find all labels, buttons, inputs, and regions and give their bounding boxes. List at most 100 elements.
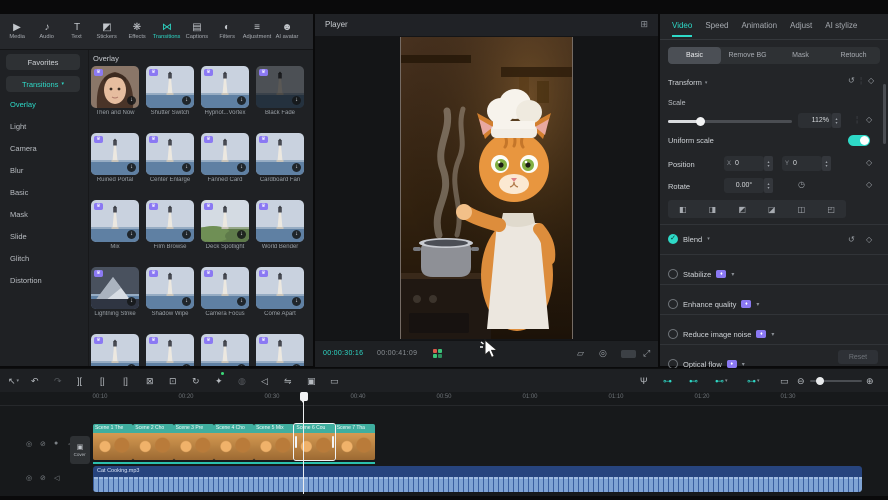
mirror-tool[interactable]: ⇋ — [284, 373, 292, 389]
video-clip-1[interactable]: Scene 1 The — [93, 424, 133, 460]
category-camera[interactable]: Camera — [10, 144, 37, 153]
section-reduce-image-noise[interactable]: Reduce image noise ♦ ▾ — [660, 324, 888, 344]
scale-stepper[interactable]: ▴▾ — [832, 113, 841, 128]
transition-thumbnail[interactable]: ♛ ↓ — [146, 267, 194, 309]
position-y-field[interactable]: Y 0 — [782, 156, 822, 171]
transition-thumbnail[interactable]: ♛ ↓ — [256, 334, 304, 366]
mute-track-icon[interactable]: ● — [54, 440, 58, 447]
adapt-view[interactable]: ▭ — [780, 373, 789, 389]
category-distortion[interactable]: Distortion — [10, 276, 42, 285]
transition-thumbnail[interactable]: ♛ ↓ — [256, 267, 304, 309]
video-clip-5[interactable]: Scene 5 Mix — [254, 424, 294, 460]
video-clip-3[interactable]: Scene 3 Pre — [174, 424, 214, 460]
topbar-item-media[interactable]: ▶ Media — [2, 23, 32, 40]
keyframe-icon[interactable]: ◇ — [866, 158, 872, 167]
transitions-dropdown[interactable]: Transitions ▾ — [6, 76, 80, 92]
scale-slider-knob[interactable] — [696, 117, 705, 126]
transition-thumbnail[interactable]: ♛ ↓ — [91, 133, 139, 175]
transform-section-header[interactable]: Transform ▾ — [668, 78, 707, 87]
position-y-stepper[interactable]: ▴▾ — [822, 156, 831, 171]
tab-ai-stylize[interactable]: AI stylize — [825, 21, 857, 32]
section-enhance-quality[interactable]: Enhance quality ♦ ▾ — [660, 294, 888, 314]
transition-thumbnail[interactable]: ♛ ↓ — [201, 267, 249, 309]
ratio-icon[interactable]: ▱ — [577, 348, 584, 359]
keyframe-icon[interactable]: ◇ — [866, 180, 872, 189]
transition-thumbnail[interactable]: ♛ ↓ — [201, 133, 249, 175]
category-basic[interactable]: Basic — [10, 188, 28, 197]
loop[interactable]: ↻ — [192, 373, 200, 389]
rotate-value-field[interactable]: 0.00° — [724, 178, 764, 193]
scale-slider[interactable] — [668, 120, 792, 123]
trim-left[interactable]: [| — [100, 373, 105, 389]
smart-tool[interactable]: ✦ — [215, 373, 223, 389]
playhead[interactable] — [303, 392, 304, 494]
topbar-item-adjustment[interactable]: ≡ Adjustment — [242, 23, 272, 40]
cover-button[interactable]: ▣ Cover — [70, 436, 90, 464]
category-mask[interactable]: Mask — [10, 210, 28, 219]
topbar-item-captions[interactable]: ▤ Captions — [182, 23, 212, 40]
tab-animation[interactable]: Animation — [741, 21, 777, 32]
category-blur[interactable]: Blur — [10, 166, 23, 175]
player-display-mode-icon[interactable]: ⊞ — [640, 19, 648, 30]
transition-thumbnail[interactable]: ♛ ↓ — [91, 334, 139, 366]
subtab-retouch[interactable]: Retouch — [827, 47, 880, 64]
keyframe-icon[interactable]: ◇ — [866, 115, 872, 124]
subtab-remove-bg[interactable]: Remove BG — [721, 47, 774, 64]
mute-track-icon[interactable]: ◁ — [54, 474, 59, 482]
audio-tool[interactable]: ◁ — [261, 373, 268, 389]
category-light[interactable]: Light — [10, 122, 26, 131]
align-center-icon[interactable]: ◫ — [798, 205, 806, 214]
transition-thumbnail[interactable]: ♛ ↓ — [146, 133, 194, 175]
crop-tool[interactable]: ▣ — [307, 373, 316, 389]
category-overlay[interactable]: Overlay — [10, 100, 36, 109]
lock-track-icon[interactable]: ⊘ — [40, 440, 46, 448]
transition-thumbnail[interactable]: ♛ ↓ — [146, 66, 194, 108]
transition-thumbnail[interactable]: ♛ ↓ — [256, 66, 304, 108]
zoom-out[interactable]: ⊖ — [797, 373, 805, 389]
transition-thumbnail[interactable]: ♛ ↓ — [146, 200, 194, 242]
extract[interactable]: ⊡ — [169, 373, 177, 389]
video-clip-4[interactable]: Scene 4 Cho — [214, 424, 254, 460]
keyframe-add[interactable]: ⊷ — [689, 373, 698, 389]
timeline-zoom-knob[interactable] — [816, 377, 824, 385]
video-clip-2[interactable]: Scene 2 Cho — [133, 424, 173, 460]
category-glitch[interactable]: Glitch — [10, 254, 29, 263]
toggle-track-icon[interactable]: ◎ — [26, 474, 32, 482]
section-stabilize[interactable]: Stabilize ♦ ▾ — [660, 264, 888, 284]
scale-value[interactable]: 112% — [798, 113, 832, 128]
crop-icon[interactable]: ◰ — [827, 205, 835, 214]
flip-vertical-icon[interactable]: ◨ — [709, 205, 717, 214]
reset-button[interactable]: Reset — [838, 350, 878, 364]
undo[interactable]: ↶ — [31, 373, 39, 389]
trim-right[interactable]: |] — [123, 373, 128, 389]
timeline-zoom-slider[interactable] — [810, 380, 862, 382]
transition-thumbnail[interactable]: ♛ ↓ — [256, 200, 304, 242]
transition-thumbnail[interactable]: ♛ ↓ — [256, 133, 304, 175]
flip-horizontal-icon[interactable]: ◧ — [679, 205, 687, 214]
keyframe-icon[interactable]: ◇ — [868, 76, 874, 85]
player-canvas[interactable] — [315, 36, 658, 340]
tab-speed[interactable]: Speed — [705, 21, 728, 32]
checkbox-icon[interactable] — [668, 269, 678, 279]
rotate-stepper[interactable]: ▴▾ — [764, 178, 773, 193]
transition-thumbnail[interactable]: ♛ ↓ — [201, 334, 249, 366]
reset-transform-icon[interactable]: ↺ — [848, 76, 855, 85]
mask-tool[interactable]: ◍ — [238, 373, 246, 389]
topbar-item-effects[interactable]: ❋ Effects — [122, 23, 152, 40]
rotate-right-icon[interactable]: ◪ — [768, 205, 776, 214]
split[interactable]: ][ — [77, 373, 82, 389]
playhead-handle[interactable] — [300, 392, 308, 401]
blend-checkbox[interactable]: ✓ — [668, 234, 678, 244]
inspector-scrollbar[interactable] — [883, 84, 886, 144]
uniform-scale-toggle[interactable] — [848, 135, 870, 146]
keyframe-icon[interactable]: ◇ — [866, 235, 872, 244]
toggle-track-icon[interactable]: ◎ — [26, 440, 32, 448]
link-clips[interactable]: ⊶ ▾ — [747, 373, 760, 389]
audio-clip[interactable]: Cat Cooking.mp3 — [93, 466, 862, 492]
blend-section-header[interactable]: ✓ Blend ▾ — [668, 234, 710, 244]
checkbox-icon[interactable] — [668, 329, 678, 339]
checkbox-icon[interactable] — [668, 299, 678, 309]
position-x-stepper[interactable]: ▴▾ — [764, 156, 773, 171]
transition-thumbnail[interactable]: ♛ ↓ — [201, 66, 249, 108]
topbar-item-transitions[interactable]: ⋈ Transitions — [152, 23, 182, 40]
